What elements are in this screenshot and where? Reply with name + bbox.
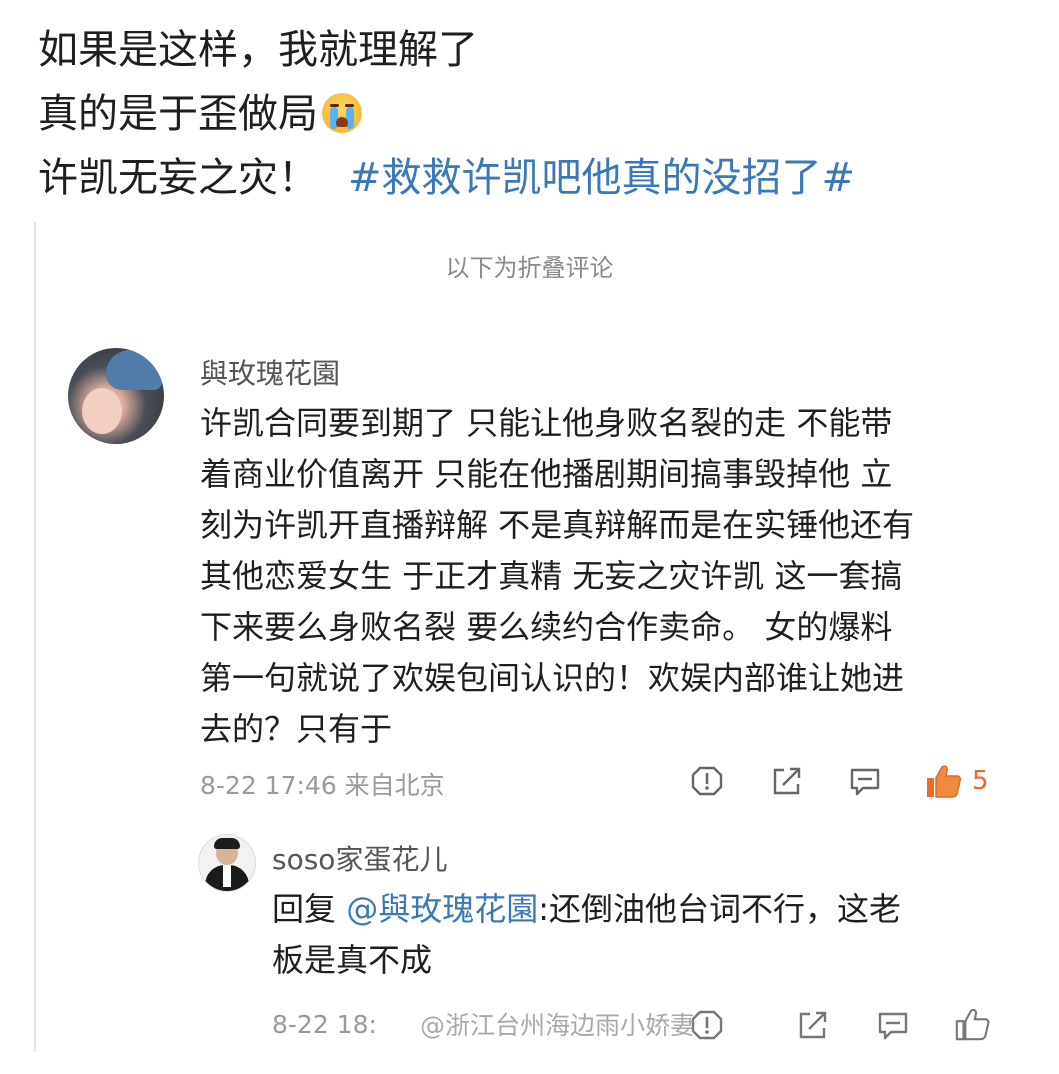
comment-icon[interactable] <box>876 1008 910 1042</box>
post-line-1: 如果是这样，我就理解了 <box>38 18 855 82</box>
alert-icon[interactable] <box>690 764 724 798</box>
reply-line-2: 板是真不成 <box>272 941 433 979</box>
hashtag-link[interactable]: #救救许凯吧他真的没招了# <box>348 155 855 201</box>
post-line-2: 真的是于歪做局 <box>38 82 855 146</box>
comment-line: 下来要么身败名裂 要么续约合作卖命。 女的爆料 <box>200 608 893 646</box>
alert-icon[interactable] <box>690 1008 724 1042</box>
avatar-face <box>82 388 122 434</box>
share-icon[interactable] <box>770 764 804 798</box>
comment-line: 第一句就说了欢娱包间认识的！欢娱内部谁让她进 <box>200 659 905 697</box>
like-icon[interactable] <box>924 762 962 800</box>
post-text: 如果是这样，我就理解了 真的是于歪做局 许凯无妄之灾！ #救救许凯吧他真的没招了# <box>38 18 855 210</box>
folded-comments-label: 以下为折叠评论 <box>445 254 614 282</box>
page: 如果是这样，我就理解了 真的是于歪做局 许凯无妄之灾！ #救救许凯吧他真的没招了#… <box>0 0 1059 1074</box>
comment-meta-row: 8-22 17:46 来自北京 5 <box>200 762 1000 804</box>
reply-body: 回复 @與玫瑰花園:还倒油他台词不行，这老 板是真不成 <box>272 884 992 986</box>
like-icon[interactable] <box>954 1006 990 1042</box>
avatar-hair <box>106 350 162 390</box>
watermark: @浙江台州海边雨小娇妻 <box>420 1011 696 1040</box>
comment-line: 刻为许凯开直播辩解 不是真辩解而是在实锤他还有 <box>200 506 915 544</box>
post-line-3: 许凯无妄之灾！ #救救许凯吧他真的没招了# <box>38 146 855 210</box>
reply-line-1-rest: :还倒油他台词不行，这老 <box>538 890 901 928</box>
avatar-hair <box>214 838 240 849</box>
mention-link[interactable]: @與玫瑰花園 <box>346 890 538 928</box>
reply-prefix: 回复 <box>272 890 347 928</box>
post-line-1-text: 如果是这样，我就理解了 <box>38 27 478 73</box>
reply-timestamp: 8-22 18: <box>272 1010 377 1039</box>
comment-timestamp: 8-22 17:46 来自北京 <box>200 771 445 800</box>
comment-line: 其他恋爱女生 于正才真精 无妄之灾许凯 这一套搞 <box>200 557 903 595</box>
avatar-shirt <box>223 865 231 887</box>
reply-avatar[interactable] <box>198 834 256 892</box>
crying-emoji-icon <box>322 93 362 133</box>
post-line-3-text: 许凯无妄之灾！ <box>38 155 318 201</box>
reply-username[interactable]: soso家蛋花儿 <box>272 838 447 878</box>
comment-line: 着商业价值离开 只能在他播剧期间搞事毁掉他 立 <box>200 455 893 493</box>
comment-icon[interactable] <box>848 764 882 798</box>
like-count: 5 <box>972 766 989 796</box>
reply-line-1: 回复 @與玫瑰花園:还倒油他台词不行，这老 <box>272 884 992 935</box>
comment-body: 许凯合同要到期了 只能让他身败名裂的走 不能带 着商业价值离开 只能在他播剧期间… <box>200 398 990 755</box>
avatar[interactable] <box>68 348 164 444</box>
share-icon[interactable] <box>796 1008 830 1042</box>
thread-divider <box>34 222 36 1052</box>
comment-line: 去的？只有于 <box>200 710 393 748</box>
comment-line: 许凯合同要到期了 只能让他身败名裂的走 不能带 <box>200 404 893 442</box>
post-line-2-text: 真的是于歪做局 <box>38 91 318 137</box>
comment-username[interactable]: 與玫瑰花園 <box>200 352 340 392</box>
